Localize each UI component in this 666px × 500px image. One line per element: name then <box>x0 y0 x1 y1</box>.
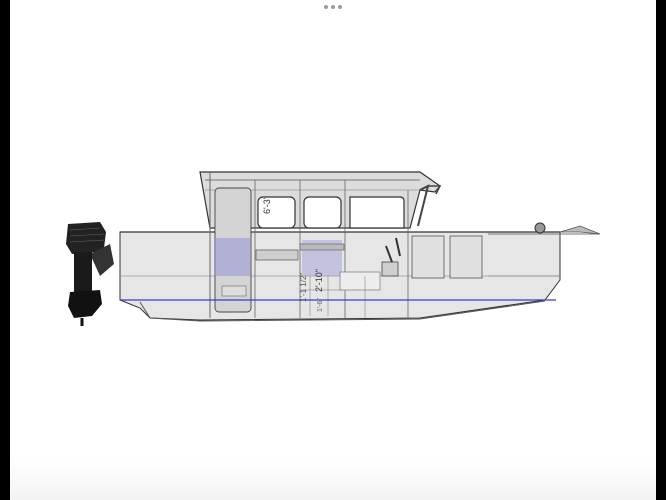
side-vertical-dimension: 1'-1 1/2" <box>299 273 308 302</box>
outboard-motor-icon <box>66 222 114 326</box>
headroom-dimension: 6'-3" <box>262 196 272 214</box>
boat-profile-drawing: 6'-3" 2'-10" 1'-1 1/2" 1'-6" <box>66 171 601 326</box>
windshield-strut <box>417 184 442 227</box>
bench-height-dimension: 2'-10" <box>314 269 324 292</box>
small-dimension: 1'-6" <box>317 298 324 312</box>
